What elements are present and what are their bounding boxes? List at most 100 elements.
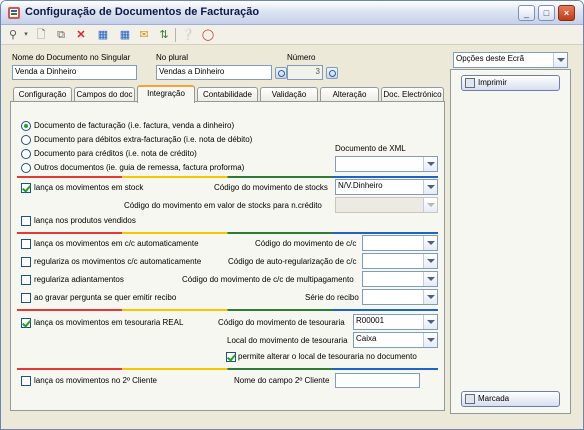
table-view-icon[interactable]: ▦ [118,28,132,42]
chevron-down-icon[interactable] [423,236,437,250]
toolbar: ⚲ ▾ 🗋 ⧉ ✕ ▦ ▦ ✉ ⇅ ❔ ◯ [1,25,583,45]
singular-label: Nome do Documento no Singular [12,53,131,62]
stock-checkbox[interactable] [21,183,31,193]
separator [17,309,438,311]
new-document-icon[interactable]: 🗋 [34,28,48,42]
singular-name-input[interactable]: Venda a Dinheiro [12,65,137,80]
lifebuoy-icon[interactable]: ◯ [201,28,215,42]
search-dropdown-icon[interactable]: ▾ [19,28,33,42]
tab-doc-electronico[interactable]: Doc. Electrónico [381,87,444,102]
doc-xml-label: Documento de XML [335,144,406,153]
cc-code-select[interactable] [362,235,438,251]
main-window: Configuração de Documentos de Facturação… [0,0,584,430]
separator [17,368,438,370]
adiantamentos-checkbox[interactable] [21,275,31,285]
stock-value-label: Código do movimento em valor de stocks p… [124,201,322,210]
permite-alterar-checkbox[interactable] [226,352,236,362]
chevron-down-icon[interactable] [553,53,567,67]
plural-lookup-button[interactable] [275,67,287,79]
radio-documento-facturacao[interactable] [21,121,31,131]
tab-validacao[interactable]: Validação [260,87,318,102]
recibo-serie-label: Série do recibo [305,293,359,302]
tesouraria-local-select[interactable]: Caixa [353,332,438,348]
segundo-cliente-field-input[interactable] [335,373,420,388]
marcada-button[interactable]: Marcada [461,391,560,407]
cc-checkbox-label: lança os movimentos em c/c automaticamen… [34,239,199,248]
imprimir-button[interactable]: Imprimir [461,75,560,91]
search-icon[interactable]: ⚲ [6,28,20,42]
produtos-vendidos-checkbox[interactable] [21,216,31,226]
radio-documento-facturacao-label: Documento de facturação (i.e. factura, v… [34,121,235,130]
recibo-serie-select[interactable] [362,289,438,305]
chevron-down-icon[interactable] [423,198,437,212]
tesouraria-checkbox[interactable] [21,318,31,328]
bookmark-icon [465,394,475,404]
stock-value-select[interactable] [335,197,438,213]
tab-contabilidade[interactable]: Contabilidade [197,87,258,102]
tesouraria-code-select[interactable]: R00001 [353,314,438,330]
radio-outros-label: Outros documentos (ie. guia de remessa, … [34,163,245,172]
segundo-cliente-checkbox[interactable] [21,376,31,386]
edit-record-icon[interactable]: ▦ [96,28,110,42]
tesouraria-checkbox-label: lança os movimentos em tesouraria REAL [34,318,184,327]
numero-input[interactable]: 3 [287,65,323,80]
multipag-select[interactable] [362,271,438,287]
export-icon[interactable]: ✉ [137,28,151,42]
cc-code-label: Código do movimento de c/c [255,239,357,248]
doc-xml-select[interactable] [335,156,438,172]
help-icon[interactable]: ❔ [181,28,195,42]
adiantamentos-label: regulariza adiantamentos [34,275,124,284]
tab-integracao[interactable]: Integração [137,85,195,103]
printer-icon [465,78,475,88]
regulariza-checkbox[interactable] [21,257,31,267]
produtos-vendidos-label: lança nos produtos vendidos [34,216,136,225]
tab-alteracao[interactable]: Alteração [320,87,379,102]
right-panel [450,69,571,414]
permite-alterar-label: permite alterar o local de tesouraria no… [238,352,417,361]
plural-label: No plural [156,53,189,62]
radio-creditos[interactable] [21,149,31,159]
recibo-checkbox[interactable] [21,293,31,303]
radio-debitos[interactable] [21,135,31,145]
regulariza-code-select[interactable] [362,253,438,269]
chevron-down-icon[interactable] [423,290,437,304]
delete-icon[interactable]: ✕ [74,28,88,42]
chevron-down-icon[interactable] [423,254,437,268]
minimize-button[interactable]: _ [518,5,535,21]
toolbar-separator [175,28,176,42]
tab-configuracao[interactable]: Configuração [13,87,72,102]
window-title: Configuração de Documentos de Facturação [25,6,260,18]
numero-label: Número [287,53,316,62]
chevron-down-icon[interactable] [423,315,437,329]
options-select[interactable]: Opções deste Ecrã [453,52,568,68]
segundo-cliente-checkbox-label: lança os movimentos no 2º Cliente [34,376,157,385]
close-window-button[interactable]: × [558,5,575,21]
copy-document-icon[interactable]: ⧉ [54,28,68,42]
cc-checkbox[interactable] [21,239,31,249]
chevron-down-icon[interactable] [423,180,437,194]
segundo-cliente-field-label: Nome do campo 2º Cliente [234,376,330,385]
numero-lookup-button[interactable] [326,67,338,79]
regulariza-code-label: Código de auto-regularização de c/c [228,257,357,266]
plural-name-input[interactable]: Vendas a Dinheiro [156,65,272,80]
app-icon [8,7,20,19]
recibo-checkbox-label: ao gravar pergunta se quer emitir recibo [34,293,177,302]
separator [17,176,438,178]
tesouraria-local-label: Local do movimento de tesouraria [227,336,348,345]
chevron-down-icon[interactable] [423,272,437,286]
tesouraria-code-value: R00001 [356,316,385,325]
regulariza-checkbox-label: regulariza os movimentos c/c automaticam… [34,257,202,266]
import-icon[interactable]: ⇅ [157,28,171,42]
tesouraria-code-label: Código do movimento de tesouraria [218,318,345,327]
chevron-down-icon[interactable] [423,333,437,347]
tab-campos-do-doc[interactable]: Campos do doc [74,87,135,102]
chevron-down-icon[interactable] [423,157,437,171]
tesouraria-local-value: Caixa [356,334,377,343]
radio-outros[interactable] [21,163,31,173]
marcada-label: Marcada [478,394,510,403]
maximize-button[interactable]: □ [538,5,555,21]
radio-debitos-label: Documento para débitos extra-facturação … [34,135,253,144]
stock-code-label: Código do movimento de stocks [214,183,328,192]
stock-code-select[interactable]: N/V.Dinheiro [335,179,438,195]
options-value: Opções deste Ecrã [456,54,525,63]
